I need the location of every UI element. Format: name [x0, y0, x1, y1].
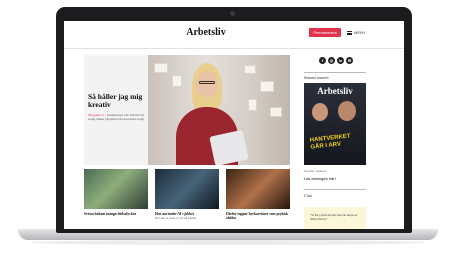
- facebook-icon[interactable]: f: [319, 57, 326, 64]
- webcam: [230, 11, 235, 16]
- magazine-logo: Arbetsliv: [317, 86, 353, 96]
- divider: [304, 72, 366, 73]
- magazine-cover[interactable]: Arbetsliv HANTVERKET GÅR I ARV: [304, 83, 366, 165]
- email-icon[interactable]: ✉: [346, 57, 353, 64]
- subscribe-button[interactable]: Prenumerera: [309, 28, 341, 37]
- hero-text-panel[interactable]: Så håller jag mig kreativ Så gjorde vi –…: [84, 55, 148, 165]
- instagram-icon[interactable]: ◎: [328, 57, 335, 64]
- menu-button[interactable]: MENY: [347, 28, 366, 37]
- wall-note: [172, 75, 182, 87]
- article-card[interactable]: Därför toppar hyrkarriärer som psykisk o…: [226, 169, 290, 221]
- hero-title[interactable]: Så håller jag mig kreativ: [88, 93, 146, 109]
- issue-label: Senaste utgåvan: [304, 169, 327, 173]
- product-mockup: Arbetsliv Prenumerera MENY Så håller jag…: [0, 0, 453, 253]
- linkedin-icon[interactable]: in: [337, 57, 344, 64]
- article-card[interactable]: Svetsa bakom många dödsolyckor: [84, 169, 148, 216]
- magazine-cover-line: HANTVERKET GÅR I ARV: [309, 133, 351, 151]
- article-description: Det ska vi veta om AI på jobbet: [155, 216, 197, 221]
- wall-note: [260, 81, 274, 92]
- article-image: [155, 169, 219, 209]
- cover-person: [338, 101, 356, 121]
- laptop-bezel: Arbetsliv Prenumerera MENY Så håller jag…: [56, 7, 412, 233]
- quote-heading: Citat: [304, 193, 312, 198]
- hamburger-icon: [347, 30, 352, 35]
- garment: [209, 129, 249, 165]
- site-logo[interactable]: Arbetsliv: [176, 27, 236, 38]
- article-image: [84, 169, 148, 209]
- wall-note: [270, 107, 282, 117]
- read-magazine-link[interactable]: Läs tidningen här!: [304, 176, 336, 181]
- laptop-shadow: [30, 240, 426, 245]
- article-image: [226, 169, 290, 209]
- site-header: Arbetsliv Prenumerera MENY: [64, 21, 404, 49]
- cover-person: [312, 103, 328, 121]
- hero-description: Så gjorde vi – kreativa tips och stöd fö…: [88, 113, 146, 121]
- divider: [304, 189, 366, 190]
- laptop-screen: Arbetsliv Prenumerera MENY Så håller jag…: [64, 21, 404, 229]
- hero-image[interactable]: [148, 55, 290, 165]
- menu-label: MENY: [354, 30, 366, 35]
- article-card[interactable]: Hur använder AI i jobbet Det ska vi veta…: [155, 169, 219, 220]
- social-links: f ◎ in ✉: [319, 57, 353, 64]
- quote-box: "Vi har jobbat mycket med att skapa en b…: [304, 207, 366, 229]
- article-title[interactable]: Svetsa bakom många dödsolyckor: [84, 212, 148, 216]
- person-head: [196, 71, 218, 97]
- glasses-icon: [199, 81, 215, 84]
- quote-text: "Vi har jobbat mycket med att skapa en b…: [310, 213, 358, 221]
- wall-note: [244, 65, 256, 74]
- article-title[interactable]: Därför toppar hyrkarriärer som psykisk o…: [226, 212, 290, 221]
- wall-note: [154, 63, 168, 73]
- wall-note: [248, 99, 257, 111]
- latest-issue-heading: Senaste numret: [304, 75, 329, 80]
